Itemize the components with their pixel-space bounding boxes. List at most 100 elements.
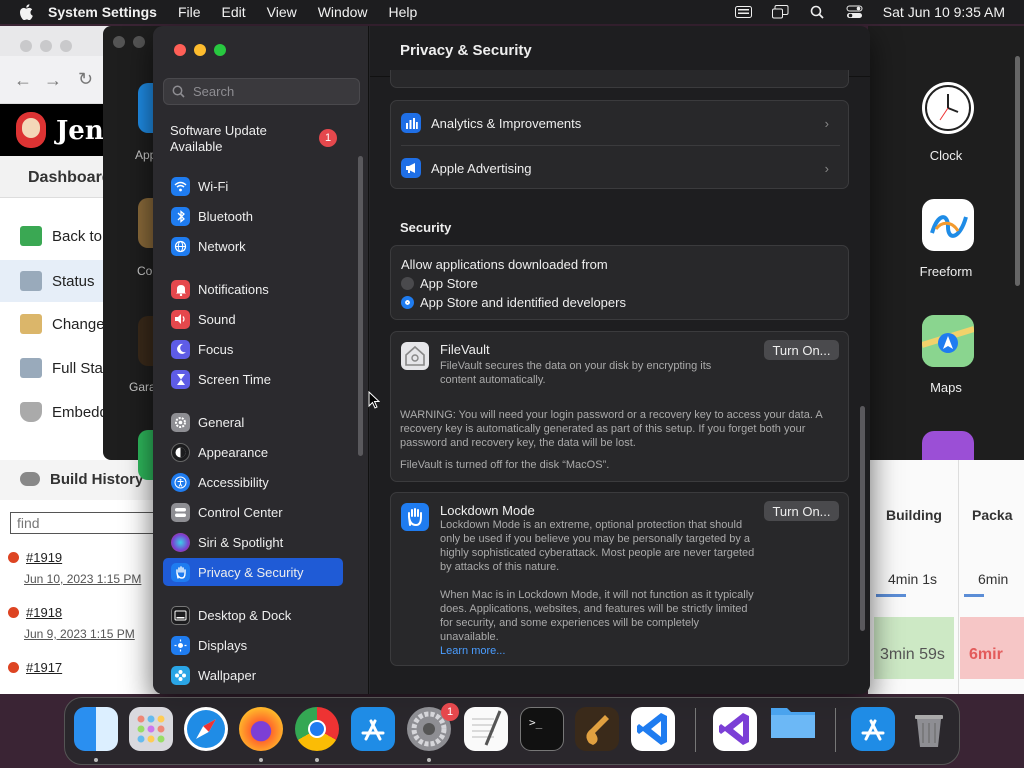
sidebar-item-privacy-security[interactable]: Privacy & Security [163, 558, 343, 586]
running-indicator [94, 758, 98, 762]
close-button[interactable] [174, 44, 186, 56]
menu-help[interactable]: Help [389, 4, 418, 20]
back-arrow-icon[interactable]: ← [14, 70, 32, 91]
folder-icon[interactable] [769, 702, 815, 746]
sidebar-item-accessibility[interactable]: Accessibility [163, 468, 343, 496]
terminal-icon[interactable]: >_ [520, 707, 564, 751]
learn-more-link[interactable]: Learn more... [440, 644, 505, 658]
app-grid-window: Clock Freeform Maps [868, 26, 1024, 483]
sidebar-item-bluetooth[interactable]: Bluetooth [163, 202, 343, 230]
app-store-icon[interactable] [351, 707, 395, 751]
menu-file[interactable]: File [178, 4, 201, 20]
analytics-improvements-row[interactable]: Analytics & Improvements › [401, 113, 841, 133]
vscode-icon[interactable] [631, 707, 675, 751]
build-number-link[interactable]: #1917 [26, 660, 62, 675]
sidebar-item-desktop-dock[interactable]: Desktop & Dock [163, 601, 343, 629]
sidebar-item-siri-spotlight[interactable]: Siri & Spotlight [163, 528, 343, 556]
zoom-button[interactable] [214, 44, 226, 56]
trash-icon[interactable] [907, 707, 951, 751]
side-item-changes[interactable]: Changes [20, 314, 112, 334]
minimize-button[interactable] [194, 44, 206, 56]
lockdown-turn-on-button[interactable]: Turn On... [764, 501, 839, 521]
window-close-button[interactable] [113, 36, 125, 48]
sidebar-scrollbar[interactable] [358, 156, 363, 456]
search-field[interactable]: Search [163, 78, 360, 105]
sidebar-item-sound[interactable]: Sound [163, 305, 343, 333]
stage-col-divider [958, 460, 959, 694]
menu-view[interactable]: View [267, 4, 297, 20]
build-number-link[interactable]: #1919 [26, 550, 62, 565]
menu-edit[interactable]: Edit [222, 4, 246, 20]
lockdown-description-2: When Mac is in Lockdown Mode, it will no… [440, 589, 754, 643]
stage-header: Building [886, 507, 942, 523]
textedit-icon[interactable] [464, 707, 508, 751]
sidebar-item-appearance[interactable]: Appearance [163, 438, 343, 466]
build-number-link[interactable]: #1918 [26, 605, 62, 620]
stage-progress-bar [964, 594, 984, 597]
stage-duration: 6mir [969, 646, 1003, 663]
running-indicator [315, 758, 319, 762]
garageband-icon[interactable] [575, 707, 619, 751]
window-minimize-button[interactable] [133, 36, 145, 48]
freeform-icon[interactable] [922, 199, 974, 251]
browser-minimize-button[interactable] [40, 40, 52, 52]
side-item-back[interactable]: Back to [20, 226, 102, 246]
sidebar-item-general[interactable]: General [163, 408, 343, 436]
sidebar-item-control-center[interactable]: Control Center [163, 498, 343, 526]
clock-icon[interactable] [922, 82, 974, 134]
finder-icon[interactable] [74, 707, 118, 751]
screen-mirroring-icon[interactable] [771, 5, 789, 19]
sidebar-item-network[interactable]: Network [163, 232, 343, 260]
browser-close-button[interactable] [20, 40, 32, 52]
sidebar-item-focus[interactable]: Focus [163, 335, 343, 363]
stage-view: Building Packa 4min 1s 6min 3min 59s 6mi… [868, 460, 1024, 694]
radio-app-store-identified[interactable]: App Store and identified developers [401, 295, 626, 310]
chrome-icon[interactable] [295, 707, 339, 751]
sun-icon [171, 635, 190, 655]
chart-icon [401, 113, 421, 133]
content-scrollbar[interactable] [860, 406, 865, 631]
safari-icon[interactable] [184, 707, 228, 751]
build-date-link[interactable]: Jun 9, 2023 1:15 PM [24, 627, 135, 641]
jenkins-logo[interactable] [16, 112, 46, 148]
hourglass-icon [171, 369, 190, 389]
launchpad-icon[interactable] [129, 707, 173, 751]
build-find-input[interactable]: find [10, 512, 160, 534]
search-placeholder: Search [193, 84, 235, 99]
browser-zoom-button[interactable] [60, 40, 72, 52]
sidebar-item-notifications[interactable]: Notifications [163, 275, 343, 303]
spotlight-search-icon[interactable] [809, 5, 826, 19]
lockdown-card: Lockdown Mode Lockdown Mode is an extrem… [390, 492, 849, 666]
apple-menu-icon[interactable] [18, 4, 34, 20]
stage-duration: 3min 59s [880, 646, 945, 663]
cloud-icon [20, 472, 40, 486]
control-center-icon[interactable] [846, 5, 863, 19]
forward-arrow-icon[interactable]: → [44, 70, 62, 91]
visual-studio-icon[interactable] [713, 707, 757, 751]
build-history-header[interactable]: Build History [0, 460, 160, 500]
firefox-icon[interactable] [239, 707, 283, 751]
app-store-download-icon[interactable] [851, 707, 895, 751]
sidebar-item-displays[interactable]: Displays [163, 631, 343, 659]
apple-advertising-row[interactable]: Apple Advertising › [401, 158, 841, 178]
filevault-turn-on-button[interactable]: Turn On... [764, 340, 839, 360]
stage-duration: 4min 1s [888, 571, 938, 587]
menu-app-name[interactable]: System Settings [48, 4, 157, 20]
menu-clock[interactable]: Sat Jun 10 9:35 AM [883, 4, 1005, 20]
maps-icon[interactable] [921, 315, 975, 367]
radio-app-store[interactable]: App Store [401, 276, 478, 291]
menu-window[interactable]: Window [318, 4, 368, 20]
scrollbar[interactable] [1015, 56, 1020, 286]
moon-icon [171, 339, 190, 359]
card-top-remnant [390, 70, 849, 88]
sidebar-item-wifi[interactable]: Wi-Fi [163, 172, 343, 200]
reload-icon[interactable]: ↻ [78, 69, 93, 90]
keyboard-input-icon[interactable] [734, 5, 752, 19]
running-indicator [427, 758, 431, 762]
side-item-embedd[interactable]: Embedd [20, 402, 108, 422]
sidebar-item-screen-time[interactable]: Screen Time [163, 365, 343, 393]
build-date-link[interactable]: Jun 10, 2023 1:15 PM [24, 572, 141, 586]
software-update-item[interactable]: Software Update Available [170, 123, 267, 155]
jenkins-brand[interactable]: Jen [56, 116, 104, 146]
sidebar-item-wallpaper[interactable]: Wallpaper [163, 661, 343, 689]
